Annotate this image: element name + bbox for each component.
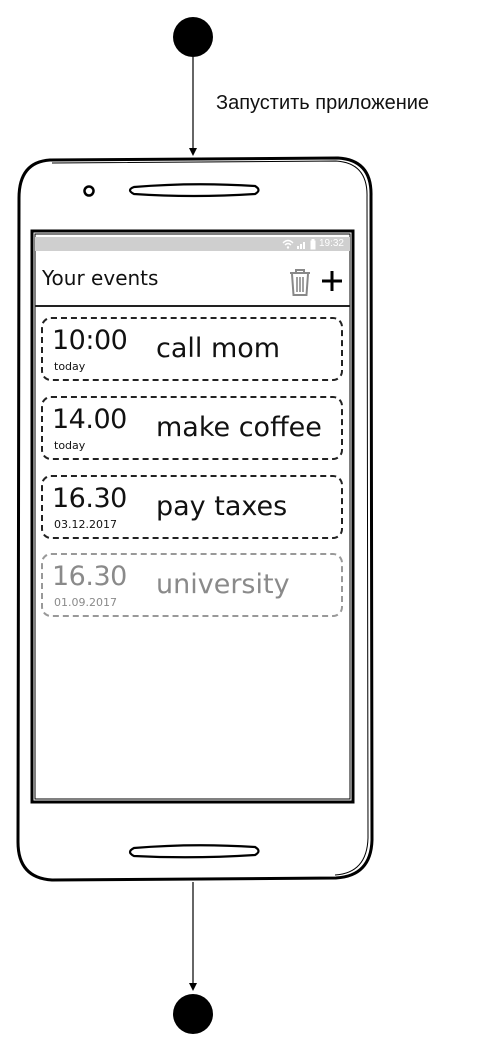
event-time: 16.30 [52,483,127,514]
status-bar: 19:32 [35,237,350,251]
trash-icon [290,269,310,296]
event-card[interactable]: 10:00 today call mom [41,317,343,381]
initial-node [173,17,213,57]
event-date: 01.09.2017 [54,596,117,609]
battery-icon [310,238,316,249]
arrowhead-end [189,983,197,991]
event-date: today [54,360,86,373]
app-header: Your events [35,253,350,307]
final-node [173,994,213,1034]
event-title: pay taxes [156,491,288,522]
event-time: 14.00 [52,404,127,435]
page-title: Your events [42,266,159,290]
event-date: 03.12.2017 [54,518,117,531]
status-icons: 19:32 [282,237,344,251]
signal-icon [296,242,305,249]
event-card[interactable]: 16.30 03.12.2017 pay taxes [41,475,343,539]
event-time: 10:00 [52,325,128,356]
transition-label: Запустить приложение [216,92,430,114]
status-time: 19:32 [318,238,344,249]
event-date: today [54,439,86,452]
event-title: make coffee [156,412,322,443]
phone-screen: 19:32 Your events 10:00 today call mom 1… [35,233,350,800]
wifi-icon [282,239,294,249]
event-title: university [156,569,290,600]
plus-icon [322,271,342,291]
event-card-muted[interactable]: 16.30 01.09.2017 university [41,553,343,617]
arrowhead-start [189,148,197,156]
event-title: call mom [156,333,281,364]
add-event-button[interactable] [319,265,345,295]
delete-button[interactable] [287,267,313,297]
event-time: 16.30 [52,561,127,592]
event-card[interactable]: 14.00 today make coffee [41,396,343,460]
